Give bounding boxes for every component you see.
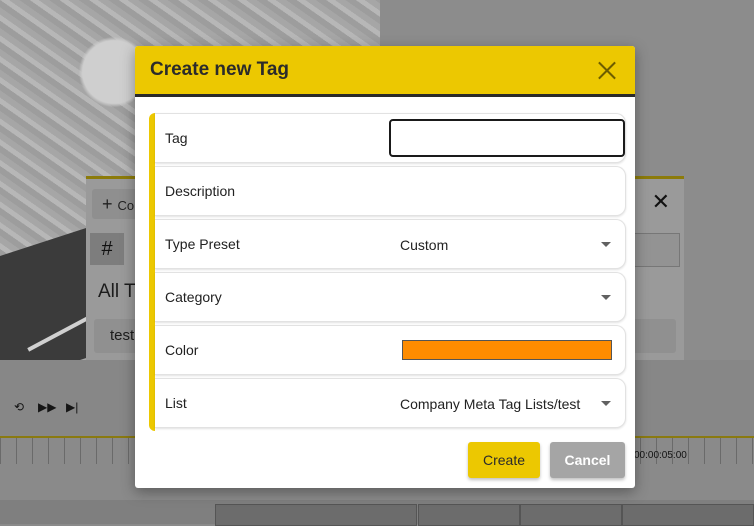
tag-form: Tag Description Type Preset Custom Categ… [149, 113, 632, 431]
list-item-label: test [110, 327, 135, 344]
type-preset-value: Custom [400, 237, 449, 253]
chevron-down-icon[interactable] [601, 242, 611, 247]
create-button[interactable]: Create [468, 442, 540, 478]
type-preset-label: Type Preset [165, 236, 240, 252]
dialog-title: Create new Tag [150, 59, 290, 80]
tag-field-row: Tag [155, 113, 626, 163]
thumbnail[interactable] [520, 504, 622, 526]
description-label: Description [165, 183, 236, 199]
thumbnail[interactable] [418, 504, 520, 526]
thumbnail[interactable] [215, 504, 417, 526]
color-label: Color [165, 342, 199, 358]
chevron-down-icon[interactable] [601, 295, 611, 300]
close-icon[interactable] [597, 60, 617, 80]
list-select[interactable]: List Company Meta Tag Lists/test [155, 378, 626, 428]
create-tag-dialog: Create new Tag Tag Description Type Pres… [135, 46, 635, 488]
dialog-header: Create new Tag [135, 46, 635, 97]
panel-heading: All T [98, 281, 136, 302]
skip-next-icon[interactable]: ▶| [66, 400, 78, 414]
color-swatch[interactable] [402, 340, 612, 360]
list-label: List [165, 395, 187, 411]
chevron-down-icon[interactable] [601, 401, 611, 406]
type-preset-select[interactable]: Type Preset Custom [155, 219, 626, 269]
color-field-row: Color [155, 325, 626, 375]
hash-icon[interactable]: # [90, 233, 124, 265]
list-value: Company Meta Tag Lists/test [400, 396, 581, 412]
category-label: Category [165, 289, 222, 305]
replay-icon[interactable]: ⟲ [14, 400, 24, 414]
fast-forward-icon[interactable]: ▶▶ [38, 400, 56, 414]
thumbnail[interactable] [622, 504, 754, 526]
tag-input[interactable] [389, 119, 625, 157]
cancel-button[interactable]: Cancel [550, 442, 625, 478]
category-select[interactable]: Category [155, 272, 626, 322]
description-field-row[interactable]: Description [155, 166, 626, 216]
add-tag-label: Co [117, 198, 135, 213]
thumbnail-strip [0, 500, 754, 526]
timecode: 00:00:05:00 [634, 450, 687, 461]
tag-label: Tag [165, 130, 188, 146]
panel-close-icon[interactable]: ✕ [652, 189, 670, 215]
